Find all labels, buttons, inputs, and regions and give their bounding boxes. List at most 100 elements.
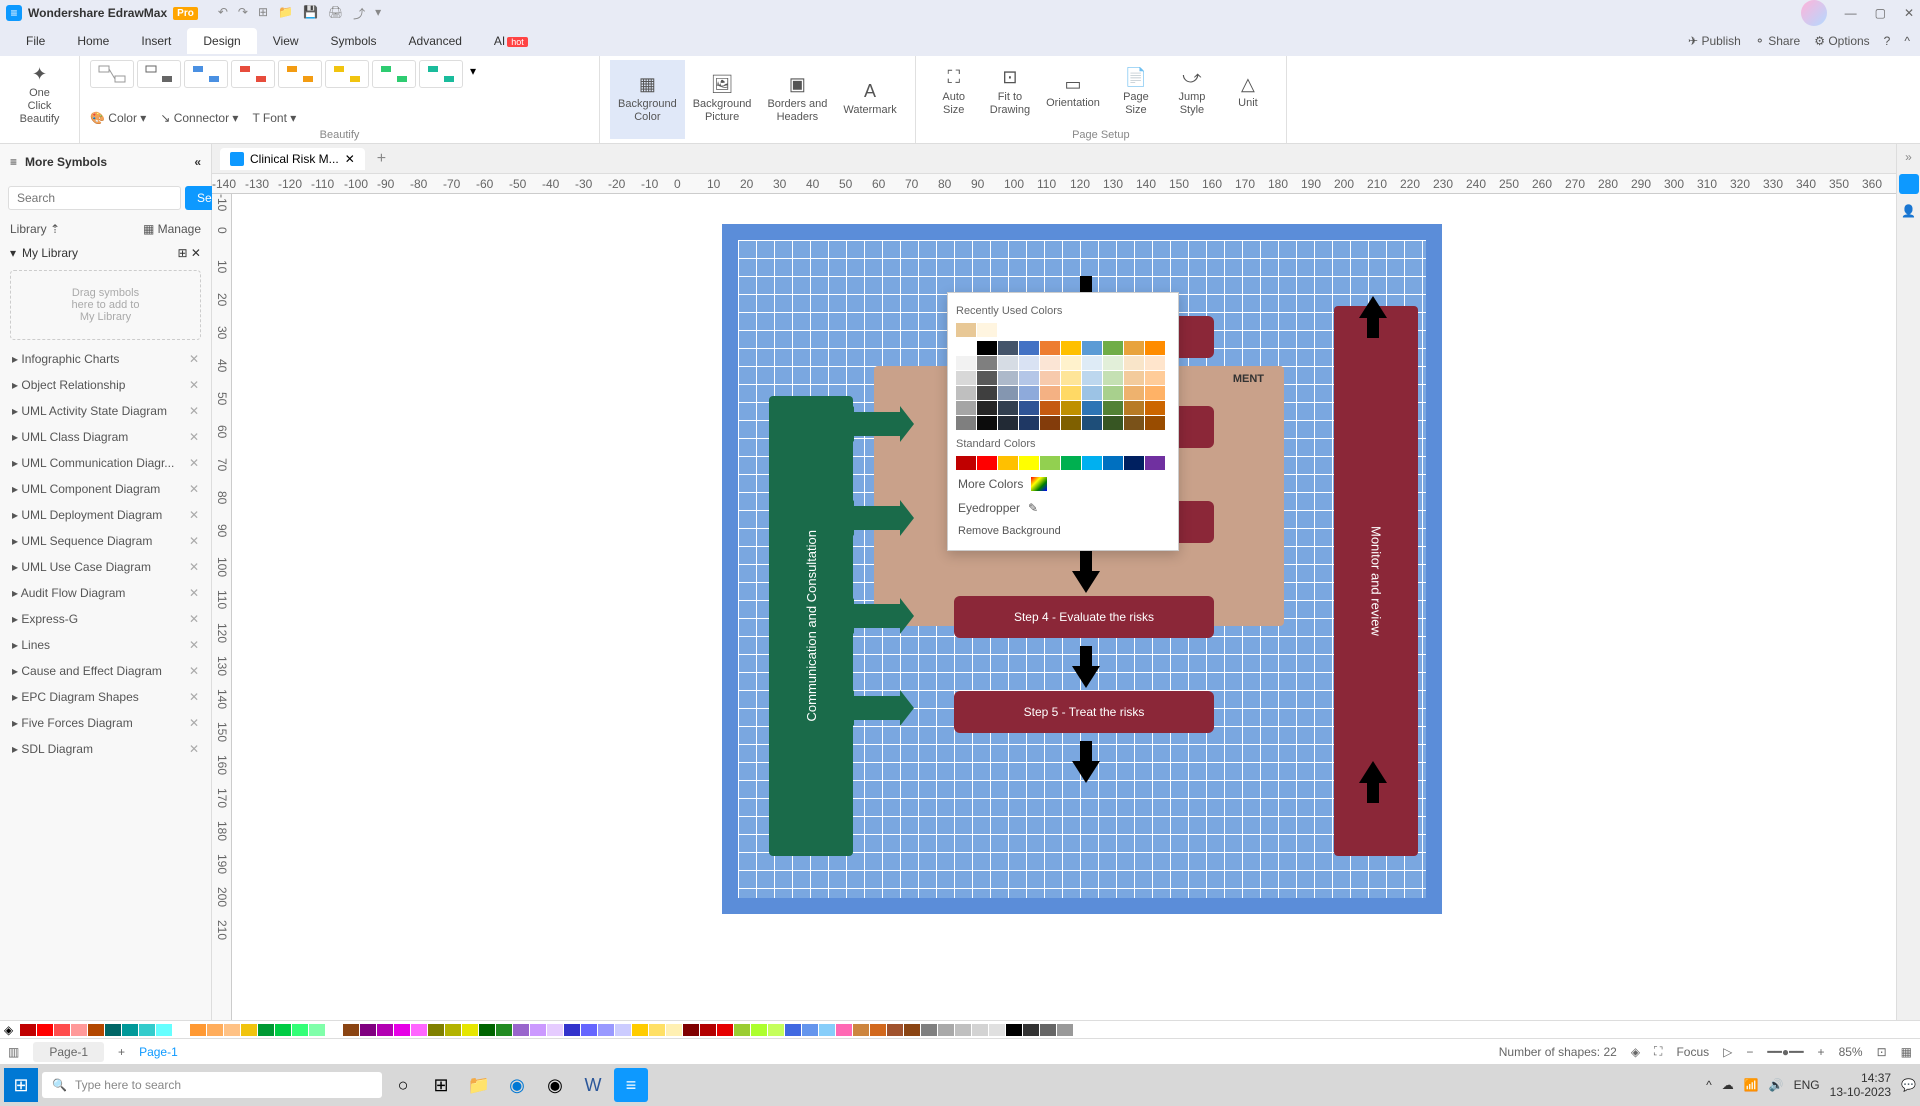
beautify-preset-6[interactable] [325, 60, 369, 88]
color-dropdown[interactable]: 🎨 Color ▾ [90, 111, 146, 125]
cortana-icon[interactable]: ○ [386, 1068, 420, 1102]
library-item[interactable]: ▸ UML Sequence Diagram✕ [0, 528, 211, 554]
task-view-icon[interactable]: ⊞ [424, 1068, 458, 1102]
library-item[interactable]: ▸ UML Class Diagram✕ [0, 424, 211, 450]
background-picture-button[interactable]: 🖼Background Picture [685, 60, 760, 139]
beautify-preset-5[interactable] [278, 60, 322, 88]
beautify-preset-7[interactable] [372, 60, 416, 88]
menu-file[interactable]: File [10, 28, 61, 54]
word-icon[interactable]: W [576, 1068, 610, 1102]
export-icon[interactable]: ⤴ [353, 5, 365, 22]
color-swatch[interactable] [1103, 341, 1123, 355]
color-swatch[interactable] [1061, 401, 1081, 415]
palette-color[interactable] [547, 1024, 563, 1036]
library-item[interactable]: ▸ Lines✕ [0, 632, 211, 658]
close-icon[interactable]: ✕ [1904, 6, 1914, 20]
palette-color[interactable] [598, 1024, 614, 1036]
palette-dropper-icon[interactable]: ◈ [4, 1023, 13, 1037]
color-swatch[interactable] [1082, 416, 1102, 430]
color-swatch[interactable] [1019, 356, 1039, 370]
add-page-icon[interactable]: + [118, 1045, 125, 1059]
auto-size-button[interactable]: ⛶Auto Size [926, 60, 982, 125]
color-swatch[interactable] [1061, 341, 1081, 355]
close-lib-icon[interactable]: ✕ [189, 430, 199, 444]
font-dropdown[interactable]: T Font ▾ [252, 111, 296, 125]
palette-color[interactable] [309, 1024, 325, 1036]
menu-view[interactable]: View [257, 28, 315, 54]
step5-box[interactable]: Step 5 - Treat the risks [954, 691, 1214, 733]
menu-advanced[interactable]: Advanced [393, 28, 478, 54]
page-dropdown[interactable]: Page-1 [33, 1042, 104, 1062]
color-swatch[interactable] [1082, 341, 1102, 355]
color-swatch[interactable] [998, 386, 1018, 400]
manage-button[interactable]: ▦ Manage [143, 222, 201, 236]
palette-color[interactable] [207, 1024, 223, 1036]
eyedropper-item[interactable]: Eyedropper✎ [956, 496, 1170, 520]
more-icon[interactable]: ▾ [375, 5, 381, 22]
palette-color[interactable] [173, 1024, 189, 1036]
watermark-button[interactable]: AWatermark [835, 60, 904, 139]
edge-icon[interactable]: ◉ [500, 1068, 534, 1102]
palette-color[interactable] [275, 1024, 291, 1036]
hamburger-icon[interactable]: ≡ [10, 155, 17, 169]
palette-color[interactable] [190, 1024, 206, 1036]
color-swatch[interactable] [956, 416, 976, 430]
edrawmax-taskbar-icon[interactable]: ≡ [614, 1068, 648, 1102]
undo-icon[interactable]: ↶ [218, 5, 228, 22]
color-swatch[interactable] [977, 323, 997, 337]
library-item[interactable]: ▸ UML Use Case Diagram✕ [0, 554, 211, 580]
color-swatch[interactable] [1145, 371, 1165, 385]
close-lib-icon[interactable]: ✕ [189, 352, 199, 366]
color-swatch[interactable] [1019, 386, 1039, 400]
palette-color[interactable] [241, 1024, 257, 1036]
palette-color[interactable] [751, 1024, 767, 1036]
zoom-slider[interactable]: ━━●━━ [1767, 1045, 1803, 1059]
onedrive-icon[interactable]: ☁ [1722, 1078, 1734, 1092]
print-icon[interactable]: 🖨 [328, 5, 343, 22]
color-swatch[interactable] [1124, 341, 1144, 355]
library-item[interactable]: ▸ Cause and Effect Diagram✕ [0, 658, 211, 684]
palette-color[interactable] [955, 1024, 971, 1036]
palette-color[interactable] [700, 1024, 716, 1036]
page-layout-icon[interactable]: ▥ [8, 1045, 19, 1059]
color-swatch[interactable] [1061, 371, 1081, 385]
ai-assist-icon[interactable]: 👤 [1901, 204, 1916, 218]
color-swatch[interactable] [956, 341, 976, 355]
more-colors-item[interactable]: More Colors [956, 472, 1170, 496]
palette-color[interactable] [921, 1024, 937, 1036]
palette-color[interactable] [462, 1024, 478, 1036]
color-swatch[interactable] [956, 456, 976, 470]
color-swatch[interactable] [1082, 356, 1102, 370]
color-swatch[interactable] [998, 356, 1018, 370]
beautify-preset-2[interactable] [137, 60, 181, 88]
palette-color[interactable] [292, 1024, 308, 1036]
beautify-preset-8[interactable] [419, 60, 463, 88]
palette-color[interactable] [1023, 1024, 1039, 1036]
color-swatch[interactable] [1019, 416, 1039, 430]
expand-right-icon[interactable]: » [1905, 150, 1912, 164]
palette-color[interactable] [938, 1024, 954, 1036]
library-item[interactable]: ▸ UML Deployment Diagram✕ [0, 502, 211, 528]
palette-color[interactable] [972, 1024, 988, 1036]
arrow-green-1[interactable] [854, 412, 900, 436]
zoom-in-icon[interactable]: + [1818, 1045, 1825, 1059]
taskbar-search[interactable]: 🔍Type here to search [42, 1072, 382, 1098]
palette-color[interactable] [1006, 1024, 1022, 1036]
palette-color[interactable] [1074, 1024, 1090, 1036]
color-swatch[interactable] [1124, 416, 1144, 430]
palette-color[interactable] [802, 1024, 818, 1036]
close-lib-icon[interactable]: ✕ [189, 664, 199, 678]
color-swatch[interactable] [1040, 341, 1060, 355]
color-swatch[interactable] [977, 456, 997, 470]
palette-color[interactable] [1057, 1024, 1073, 1036]
palette-color[interactable] [1040, 1024, 1056, 1036]
close-lib-icon[interactable]: ✕ [189, 508, 199, 522]
palette-color[interactable] [258, 1024, 274, 1036]
open-icon[interactable]: 📁 [278, 5, 293, 22]
color-swatch[interactable] [1040, 386, 1060, 400]
help-icon[interactable]: ? [1884, 34, 1891, 48]
share-button[interactable]: ⚬ Share [1755, 34, 1800, 48]
color-swatch[interactable] [1103, 386, 1123, 400]
palette-color[interactable] [564, 1024, 580, 1036]
color-swatch[interactable] [1061, 386, 1081, 400]
